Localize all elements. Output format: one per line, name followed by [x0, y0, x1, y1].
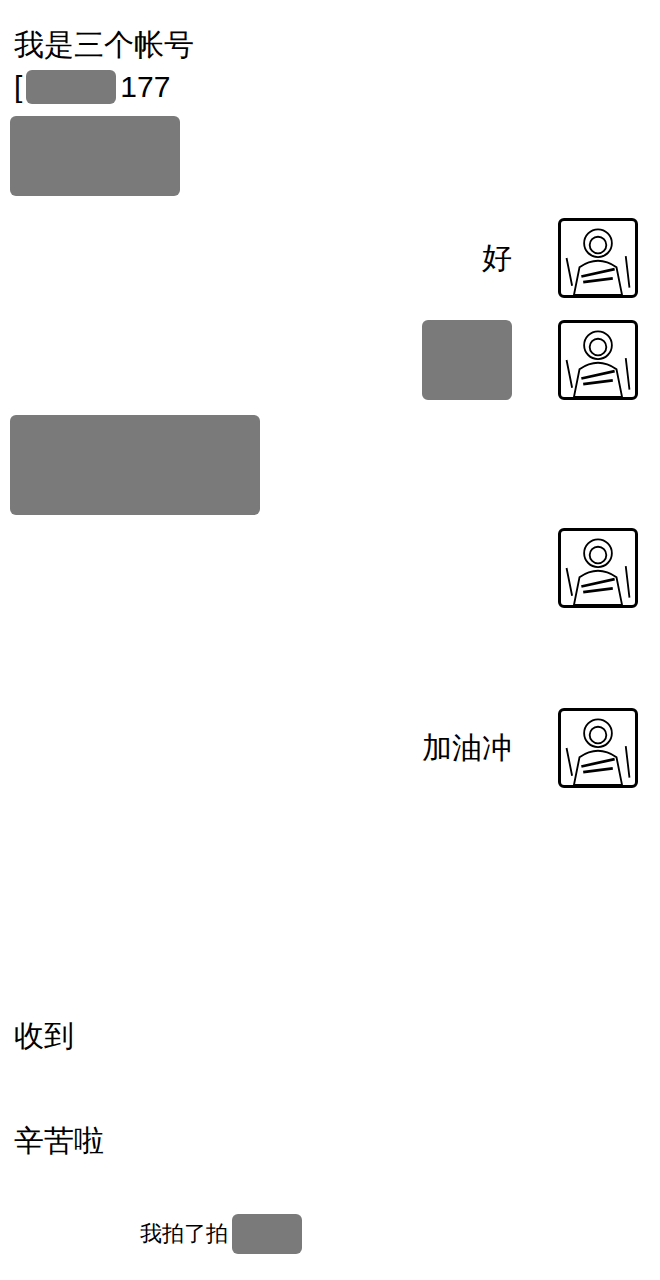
- avatar-icon[interactable]: [558, 528, 638, 608]
- message-text: 辛苦啦: [14, 1120, 104, 1162]
- redaction: [10, 116, 180, 196]
- avatar-icon[interactable]: [558, 218, 638, 298]
- message-row: [0, 320, 660, 400]
- redaction: [10, 415, 260, 515]
- message-row: [0, 415, 660, 515]
- message-text: 加油冲: [422, 727, 512, 769]
- message-text: 我是三个帐号: [14, 24, 194, 66]
- message-text: 好: [482, 237, 512, 279]
- redaction: [26, 70, 116, 104]
- message-row: [0, 528, 660, 608]
- message-row: [177: [0, 66, 660, 108]
- redaction: [232, 1214, 302, 1254]
- avatar-icon[interactable]: [558, 320, 638, 400]
- avatar-icon[interactable]: [558, 708, 638, 788]
- redaction: [422, 320, 512, 400]
- chat-screen: 我是三个帐号[177 好加油冲收到辛苦啦我拍了拍: [0, 0, 660, 1280]
- message-text: 收到: [14, 1015, 74, 1057]
- message-row: 加油冲: [0, 708, 660, 788]
- message-row: 辛苦啦: [0, 1120, 660, 1162]
- message-row: 好: [0, 218, 660, 298]
- system-message: 我拍了拍: [0, 1214, 660, 1254]
- message-row: [0, 116, 660, 196]
- message-row: 我是三个帐号: [0, 24, 660, 66]
- message-row: 收到: [0, 1015, 660, 1057]
